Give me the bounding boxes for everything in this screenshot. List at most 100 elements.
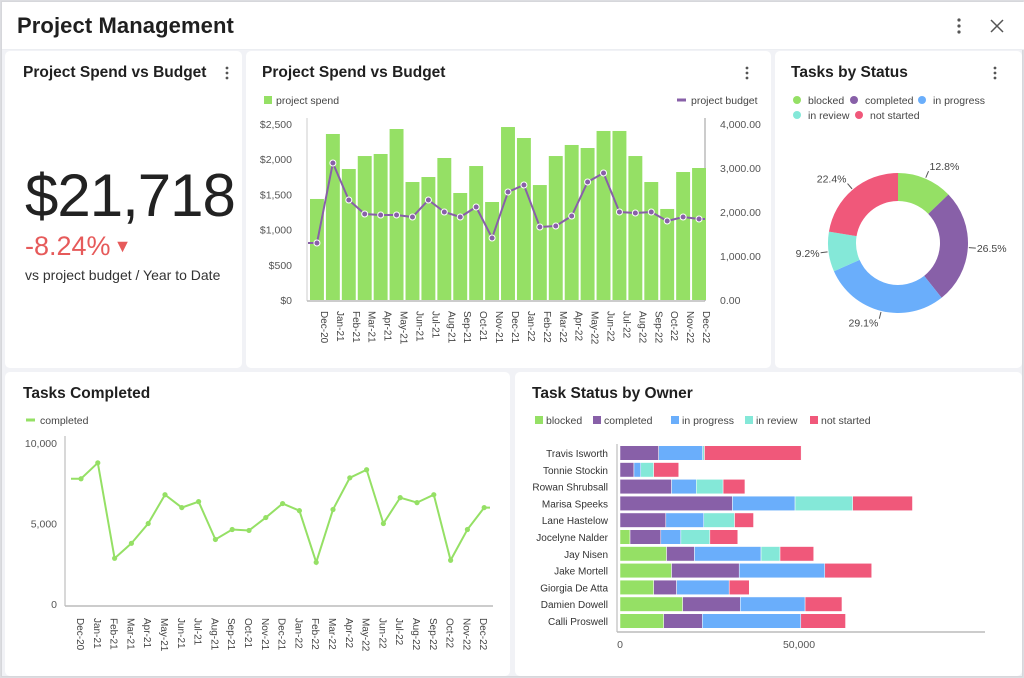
owner-status-card: Task Status by Owner blocked completed in … (515, 372, 1022, 676)
legend-swatch-project-spend (264, 96, 272, 104)
spend-budget-card: Project Spend vs Budget project spend pro… (246, 51, 771, 368)
point-project-budget (631, 209, 639, 217)
bar-project-spend (325, 133, 340, 300)
y-tick-right: 3,000.00 (720, 163, 761, 175)
point-project-budget (440, 208, 448, 216)
legend-swatch-completed (593, 416, 601, 424)
donut-leader-line (878, 311, 882, 319)
kpi-card: Project Spend vs Budget $21,718 -8.24% ▼ … (5, 51, 242, 368)
close-icon[interactable] (985, 14, 1009, 38)
kebab-vertical-icon[interactable] (947, 14, 971, 38)
point-project-budget (488, 234, 496, 242)
point-project-budget (504, 188, 512, 196)
bar-segment-in-review (696, 479, 724, 495)
x-tick-label: Oct-22 (668, 311, 679, 341)
legend-dot-in-review (793, 111, 801, 119)
x-tick-label: Sep-21 (225, 618, 236, 651)
donut-leader-line (820, 251, 828, 254)
legend-label-in-progress: in progress (933, 95, 985, 107)
bar-project-spend (373, 153, 388, 300)
bar-segment-blocked (619, 529, 631, 545)
x-tick-label: Apr-22 (343, 618, 354, 648)
bar-segment-in-review (760, 546, 781, 562)
y-tick-left: $1,500 (260, 189, 292, 201)
spend-budget-chart: project spend project budget $0 $500 $1,000 $… (260, 95, 761, 345)
owner-label: Jake Mortell (554, 567, 608, 578)
point-completed (481, 504, 487, 511)
bar-segment-not-started (704, 445, 802, 461)
x-tick-label: Mar-21 (366, 311, 377, 343)
y-tick-right: 0.00 (720, 295, 741, 307)
x-tick-label: Jun-21 (175, 618, 186, 649)
x-tick-label: Jun-22 (605, 311, 616, 342)
x-tick: 50,000 (783, 639, 815, 651)
bar-segment-completed (682, 596, 741, 612)
x-tick-label: Oct-22 (444, 618, 455, 648)
line-completed (71, 460, 490, 566)
y-tick-left: $2,000 (260, 154, 292, 166)
point-project-budget (313, 239, 321, 247)
x-tick-label: Dec-22 (700, 311, 711, 344)
legend-label-not-started: not started (870, 110, 920, 122)
bar-project-spend (485, 202, 500, 300)
point-completed (347, 475, 353, 481)
point-completed (364, 467, 370, 473)
legend-label-project-spend: project spend (276, 95, 339, 107)
x-tick-label: Sep-22 (427, 618, 438, 651)
owner-label: Calli Proswell (548, 617, 608, 628)
owner-label: Giorgia De Atta (540, 583, 608, 594)
x-tick-label: Apr-22 (573, 311, 584, 341)
y-tick-right: 4,000.00 (720, 119, 761, 131)
legend-dot-blocked (793, 96, 801, 104)
x-tick-label: Mar-22 (326, 618, 337, 650)
x-tick-label: May-21 (158, 618, 169, 652)
bar-segment-completed (671, 563, 740, 579)
bar-segment-completed (619, 495, 733, 511)
bar-segment-not-started (722, 479, 746, 495)
bar-segment-in-progress (676, 579, 730, 595)
point-completed (464, 526, 470, 533)
bar-segment-in-progress (738, 563, 826, 579)
bar-project-spend (421, 177, 436, 300)
donut-leader-line (925, 171, 929, 178)
bar-segment-not-started (852, 495, 913, 511)
x-tick-label: Aug-21 (445, 311, 456, 344)
bar-segment-completed (663, 613, 703, 629)
kpi-delta: -8.24% ▼ (25, 231, 131, 262)
y-tick-left: $500 (269, 260, 293, 272)
app-window: Project Management Project Spend vs Budg… (1, 1, 1024, 677)
kpi-value: $21,718 (25, 162, 236, 229)
bar-project-spend (357, 156, 372, 300)
donut-label: 12.8% (930, 161, 960, 173)
point-project-budget (536, 223, 544, 231)
x-tick-label: Aug-22 (636, 311, 647, 344)
legend-dot-not-started (855, 111, 863, 119)
legend-label-completed: completed (604, 415, 653, 427)
point-completed (448, 557, 454, 563)
kebab-vertical-icon[interactable] (220, 64, 234, 82)
point-completed (246, 527, 252, 534)
point-project-budget (520, 181, 528, 189)
bar-segment-in-review (703, 512, 735, 528)
bar-project-spend (644, 182, 659, 300)
x-tick-label: Dec-21 (276, 618, 287, 651)
x-tick-label: Nov-22 (460, 618, 471, 651)
x-tick-label: Sep-21 (461, 311, 472, 344)
point-project-budget (377, 211, 385, 219)
tasks-completed-chart: completed 0 5,000 10,000 Dec-20 Jan-21 Feb-21 M… (25, 415, 493, 652)
legend-swatch-not-started (810, 416, 818, 424)
y-tick-right: 1,000.00 (720, 251, 761, 263)
x-tick-label: Feb-21 (108, 618, 119, 650)
point-completed (179, 504, 185, 511)
donut-label: 9.2% (796, 248, 820, 260)
bar-project-spend (564, 144, 579, 300)
legend-label-blocked: blocked (546, 415, 582, 427)
point-project-budget (472, 203, 480, 211)
point-project-budget (408, 213, 416, 221)
x-tick-label: Jun-21 (413, 311, 424, 342)
point-completed (95, 460, 101, 466)
x-tick-label: Nov-21 (493, 311, 504, 344)
owner-label: Marisa Speeks (542, 499, 608, 510)
x-tick-label: Jan-22 (292, 618, 303, 649)
bar-segment-in-progress (658, 445, 703, 461)
